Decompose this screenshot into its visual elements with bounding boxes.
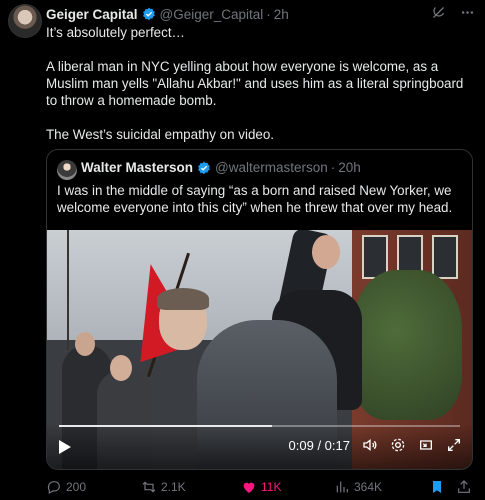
share-icon — [456, 479, 472, 495]
repost-button[interactable]: 2.1K — [141, 479, 186, 495]
video-player[interactable]: 0:09 / 0:17 — [47, 230, 472, 469]
video-time: 0:09 / 0:17 — [288, 437, 350, 453]
post-time[interactable]: 2h — [274, 7, 289, 22]
play-icon[interactable] — [59, 440, 71, 454]
quoted-author-avatar[interactable] — [57, 160, 77, 180]
pip-icon[interactable] — [418, 437, 434, 453]
fullscreen-icon[interactable] — [446, 437, 462, 453]
author-handle[interactable]: @Geiger_Capital — [160, 7, 264, 22]
quoted-post-header: Walter Masterson @waltermasterson · 20h — [81, 160, 361, 175]
video-scene-tree — [67, 230, 69, 350]
repost-count: 2.1K — [161, 480, 186, 494]
quoted-author-name[interactable]: Walter Masterson — [81, 160, 193, 175]
video-controls-right: 0:09 / 0:17 — [289, 437, 462, 453]
post-actions: 200 2.1K 11K 364K — [46, 478, 475, 496]
bookmark-button[interactable] — [429, 479, 445, 495]
like-button[interactable]: 11K — [241, 479, 281, 495]
volume-icon[interactable] — [362, 437, 378, 453]
header-separator: · — [266, 6, 271, 22]
grok-icon[interactable] — [431, 5, 446, 20]
verified-badge-icon — [142, 7, 156, 21]
video-scene-person-head — [75, 332, 95, 356]
video-scene-man-hair — [157, 288, 209, 310]
quoted-post-text: I was in the middle of saying “as a born… — [57, 183, 453, 215]
author-avatar[interactable] — [8, 4, 42, 38]
quoted-author-handle[interactable]: @waltermasterson — [215, 160, 328, 175]
video-scene-shouting-head — [312, 235, 340, 269]
post-text: It’s absolutely perfect… A liberal man i… — [46, 25, 464, 142]
video-scene-ivy — [352, 270, 462, 420]
author-name[interactable]: Geiger Capital — [46, 7, 138, 22]
views-icon — [334, 479, 350, 495]
reply-icon — [46, 479, 62, 495]
video-progress-bar[interactable] — [59, 425, 460, 427]
like-count: 11K — [261, 480, 282, 494]
quoted-post[interactable]: Walter Masterson @waltermasterson · 20h … — [46, 149, 473, 470]
more-icon[interactable] — [460, 5, 475, 20]
video-scene-person-head — [110, 355, 132, 381]
bookmark-icon — [429, 479, 445, 495]
views-button[interactable]: 364K — [334, 479, 382, 495]
quoted-post-time[interactable]: 20h — [338, 160, 361, 175]
video-progress-fill — [59, 425, 272, 427]
like-icon — [241, 479, 257, 495]
reply-count: 200 — [66, 480, 87, 494]
repost-icon — [141, 479, 157, 495]
reply-button[interactable]: 200 — [46, 479, 86, 495]
settings-icon[interactable] — [390, 437, 406, 453]
verified-badge-icon — [197, 161, 211, 175]
views-count: 364K — [354, 480, 383, 494]
share-button[interactable] — [456, 479, 472, 495]
post-header: Geiger Capital @Geiger_Capital · 2h — [46, 4, 475, 24]
quoted-header-separator: · — [330, 160, 336, 175]
